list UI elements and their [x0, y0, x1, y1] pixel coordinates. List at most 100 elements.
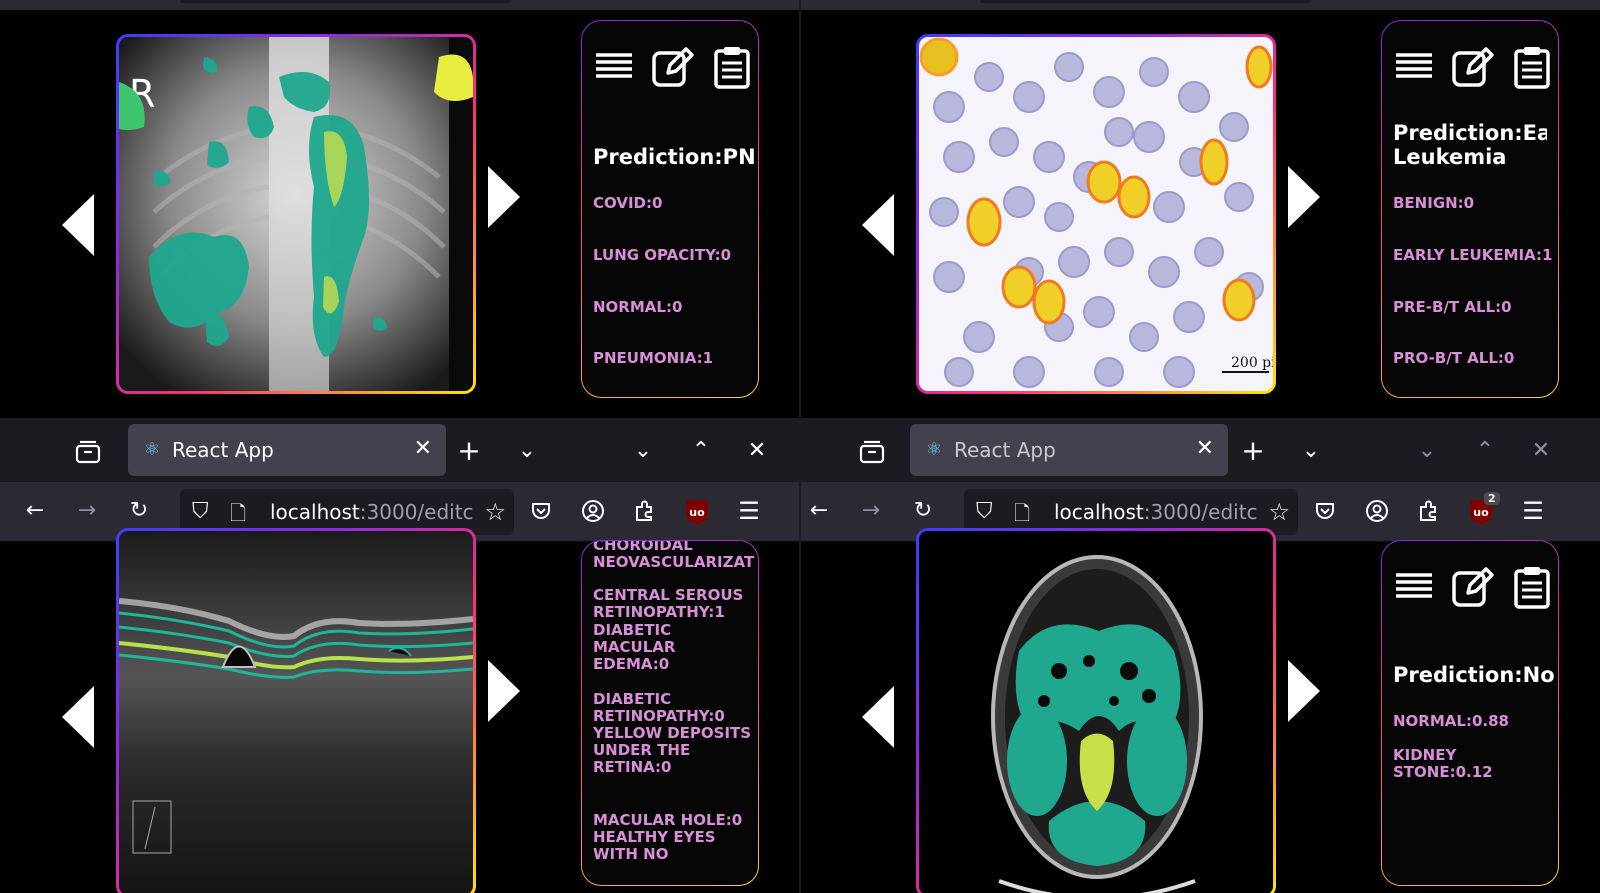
kidney-ct-heatmap [919, 531, 1273, 893]
prediction-panel: Prediction:PNE COVID:0 LUNG OPACITY:0 NO… [581, 20, 759, 398]
window-close-icon[interactable]: ✕ [744, 438, 770, 464]
tab-overview-icon[interactable] [74, 438, 102, 466]
class-score: DIABETIC MACULAR EDEMA:0 [593, 621, 676, 673]
account-icon[interactable] [1364, 498, 1390, 524]
react-icon: ⚛ [143, 439, 161, 460]
new-tab-icon[interactable]: + [456, 437, 482, 465]
scale-bar-label: 200 pi [1231, 355, 1273, 371]
url-text[interactable]: localhost:3000/editc [1054, 500, 1258, 524]
minimize-icon[interactable]: ⌄ [630, 438, 656, 464]
browser-chrome: ⚛ React App ✕ + ⌄ ⌄ ⌃ ✕ ← → ↻ ⛉ 🗋 localh… [0, 418, 800, 542]
tab-overview-icon[interactable] [858, 438, 886, 466]
extensions-icon[interactable] [1416, 498, 1442, 524]
class-score: NORMAL:0.88 [1393, 712, 1509, 730]
star-icon[interactable]: ☆ [1268, 498, 1290, 526]
class-score: PRO-B/T ALL:0 [1393, 349, 1515, 367]
app-menu-icon[interactable]: ☰ [1520, 498, 1546, 524]
menu-icon[interactable] [1392, 565, 1436, 609]
tab-list-icon[interactable]: ⌄ [1298, 438, 1324, 464]
tab-bar: ⚛ React App ✕ + ⌄ ⌄ ⌃ ✕ [800, 418, 1600, 482]
next-image-arrow[interactable] [1288, 660, 1320, 722]
image-frame [916, 528, 1276, 893]
tab-react-app[interactable]: ⚛ React App ✕ [128, 424, 446, 476]
clipboard-icon[interactable] [1510, 45, 1554, 89]
chest-xray-image: R [119, 37, 473, 391]
browser-window-left: ⚛ React App ✕ + ⌄ ⌄ ⌃ ✕ ← → ↻ ⛉ 🗋 localh… [0, 418, 800, 893]
blood-smear-image: 200 pi [919, 37, 1273, 391]
edit-icon[interactable] [1450, 45, 1494, 89]
url-text[interactable]: localhost:3000/editc [270, 500, 474, 524]
class-score: BENIGN:0 [1393, 194, 1475, 212]
prediction-panel: Prediction:Nor NORMAL:0.88 KIDNEY STONE:… [1381, 540, 1559, 886]
ublock-badge: 2 [1484, 492, 1500, 505]
pocket-icon[interactable] [528, 498, 554, 524]
viewer-blood-smear: 200 pi Prediction:Earl Leukemia BENIGN:0… [800, 0, 1600, 418]
class-score: MACULAR HOLE:0 [593, 811, 743, 829]
image-frame [116, 528, 476, 893]
maximize-icon[interactable]: ⌃ [688, 438, 714, 464]
browser-window-right: ⚛ React App ✕ + ⌄ ⌄ ⌃ ✕ ← → ↻ ⛉ 🗋 localh… [800, 418, 1600, 893]
close-icon[interactable]: ✕ [1196, 436, 1214, 461]
viewer-chest-xray: R Prediction:PNE COVID:0 LUNG OPACITY:0 … [0, 0, 800, 418]
forward-icon[interactable]: → [74, 498, 100, 524]
account-icon[interactable] [580, 498, 606, 524]
pocket-icon[interactable] [1312, 498, 1338, 524]
clipboard-icon[interactable] [1510, 565, 1554, 609]
maximize-icon[interactable]: ⌃ [1472, 438, 1498, 464]
previous-image-arrow[interactable] [62, 686, 94, 748]
browser-chrome: ⚛ React App ✕ + ⌄ ⌄ ⌃ ✕ ← → ↻ ⛉ 🗋 localh… [800, 418, 1600, 542]
window-divider [799, 0, 801, 893]
ublock-icon[interactable]: uo 2 [1470, 492, 1500, 524]
next-image-arrow[interactable] [488, 166, 520, 228]
class-score: PRE-B/T ALL:0 [1393, 298, 1512, 316]
new-tab-icon[interactable]: + [1240, 437, 1266, 465]
tab-bar: ⚛ React App ✕ + ⌄ ⌄ ⌃ ✕ [0, 418, 800, 482]
reload-icon[interactable]: ↻ [126, 498, 152, 524]
clipboard-icon[interactable] [710, 45, 754, 89]
class-score: PNEUMONIA:1 [593, 349, 714, 367]
reload-icon[interactable]: ↻ [910, 498, 936, 524]
tab-react-app[interactable]: ⚛ React App ✕ [910, 424, 1228, 476]
class-score: CENTRAL SEROUS RETINOPATHY:1 [593, 586, 744, 621]
back-icon[interactable]: ← [806, 498, 832, 524]
class-score: DIABETIC RETINOPATHY:0 [593, 690, 725, 725]
previous-image-arrow[interactable] [62, 194, 94, 256]
close-icon[interactable]: ✕ [414, 436, 432, 461]
class-score: COVID:0 [593, 194, 663, 212]
previous-image-arrow[interactable] [862, 194, 894, 256]
prediction-label: Prediction:Earl Leukemia [1393, 121, 1547, 169]
forward-icon[interactable]: → [858, 498, 884, 524]
tab-list-icon[interactable]: ⌄ [514, 438, 540, 464]
prediction-label: Prediction:Nor [1393, 663, 1555, 687]
shield-icon[interactable]: ⛉ [192, 499, 209, 524]
tab-title: React App [954, 438, 1056, 462]
next-image-arrow[interactable] [488, 660, 520, 722]
class-score: HEALTHY EYES WITH NO [593, 828, 716, 863]
edit-icon[interactable] [650, 45, 694, 89]
class-score: KIDNEY STONE:0.12 [1393, 746, 1493, 781]
prediction-label: Prediction:PNE [593, 145, 755, 169]
ublock-icon[interactable]: uo [686, 500, 708, 524]
next-image-arrow[interactable] [1288, 166, 1320, 228]
star-icon[interactable]: ☆ [484, 498, 506, 526]
image-frame: R [116, 34, 476, 394]
retina-oct-image [119, 531, 473, 893]
class-score: EARLY LEUKEMIA:1 [1393, 246, 1553, 264]
prediction-panel: Prediction:Earl Leukemia BENIGN:0 EARLY … [1381, 20, 1559, 398]
chest-xray-heatmap: R [119, 37, 473, 391]
back-icon[interactable]: ← [22, 498, 48, 524]
previous-image-arrow[interactable] [862, 686, 894, 748]
retina-oct-heatmap [119, 531, 473, 893]
menu-icon[interactable] [592, 45, 636, 89]
app-menu-icon[interactable]: ☰ [736, 498, 762, 524]
prediction-panel: CHOROIDAL NEOVASCULARIZAT CENTRAL SEROUS… [581, 540, 759, 886]
shield-icon[interactable]: ⛉ [976, 499, 993, 524]
edit-icon[interactable] [1450, 565, 1494, 609]
menu-icon[interactable] [1392, 45, 1436, 89]
browser-toolbar-fragment [0, 0, 800, 10]
window-close-icon[interactable]: ✕ [1528, 438, 1554, 464]
minimize-icon[interactable]: ⌄ [1414, 438, 1440, 464]
extensions-icon[interactable] [632, 498, 658, 524]
class-score: CHOROIDAL NEOVASCULARIZAT [593, 541, 755, 571]
tab-title: React App [172, 438, 274, 462]
